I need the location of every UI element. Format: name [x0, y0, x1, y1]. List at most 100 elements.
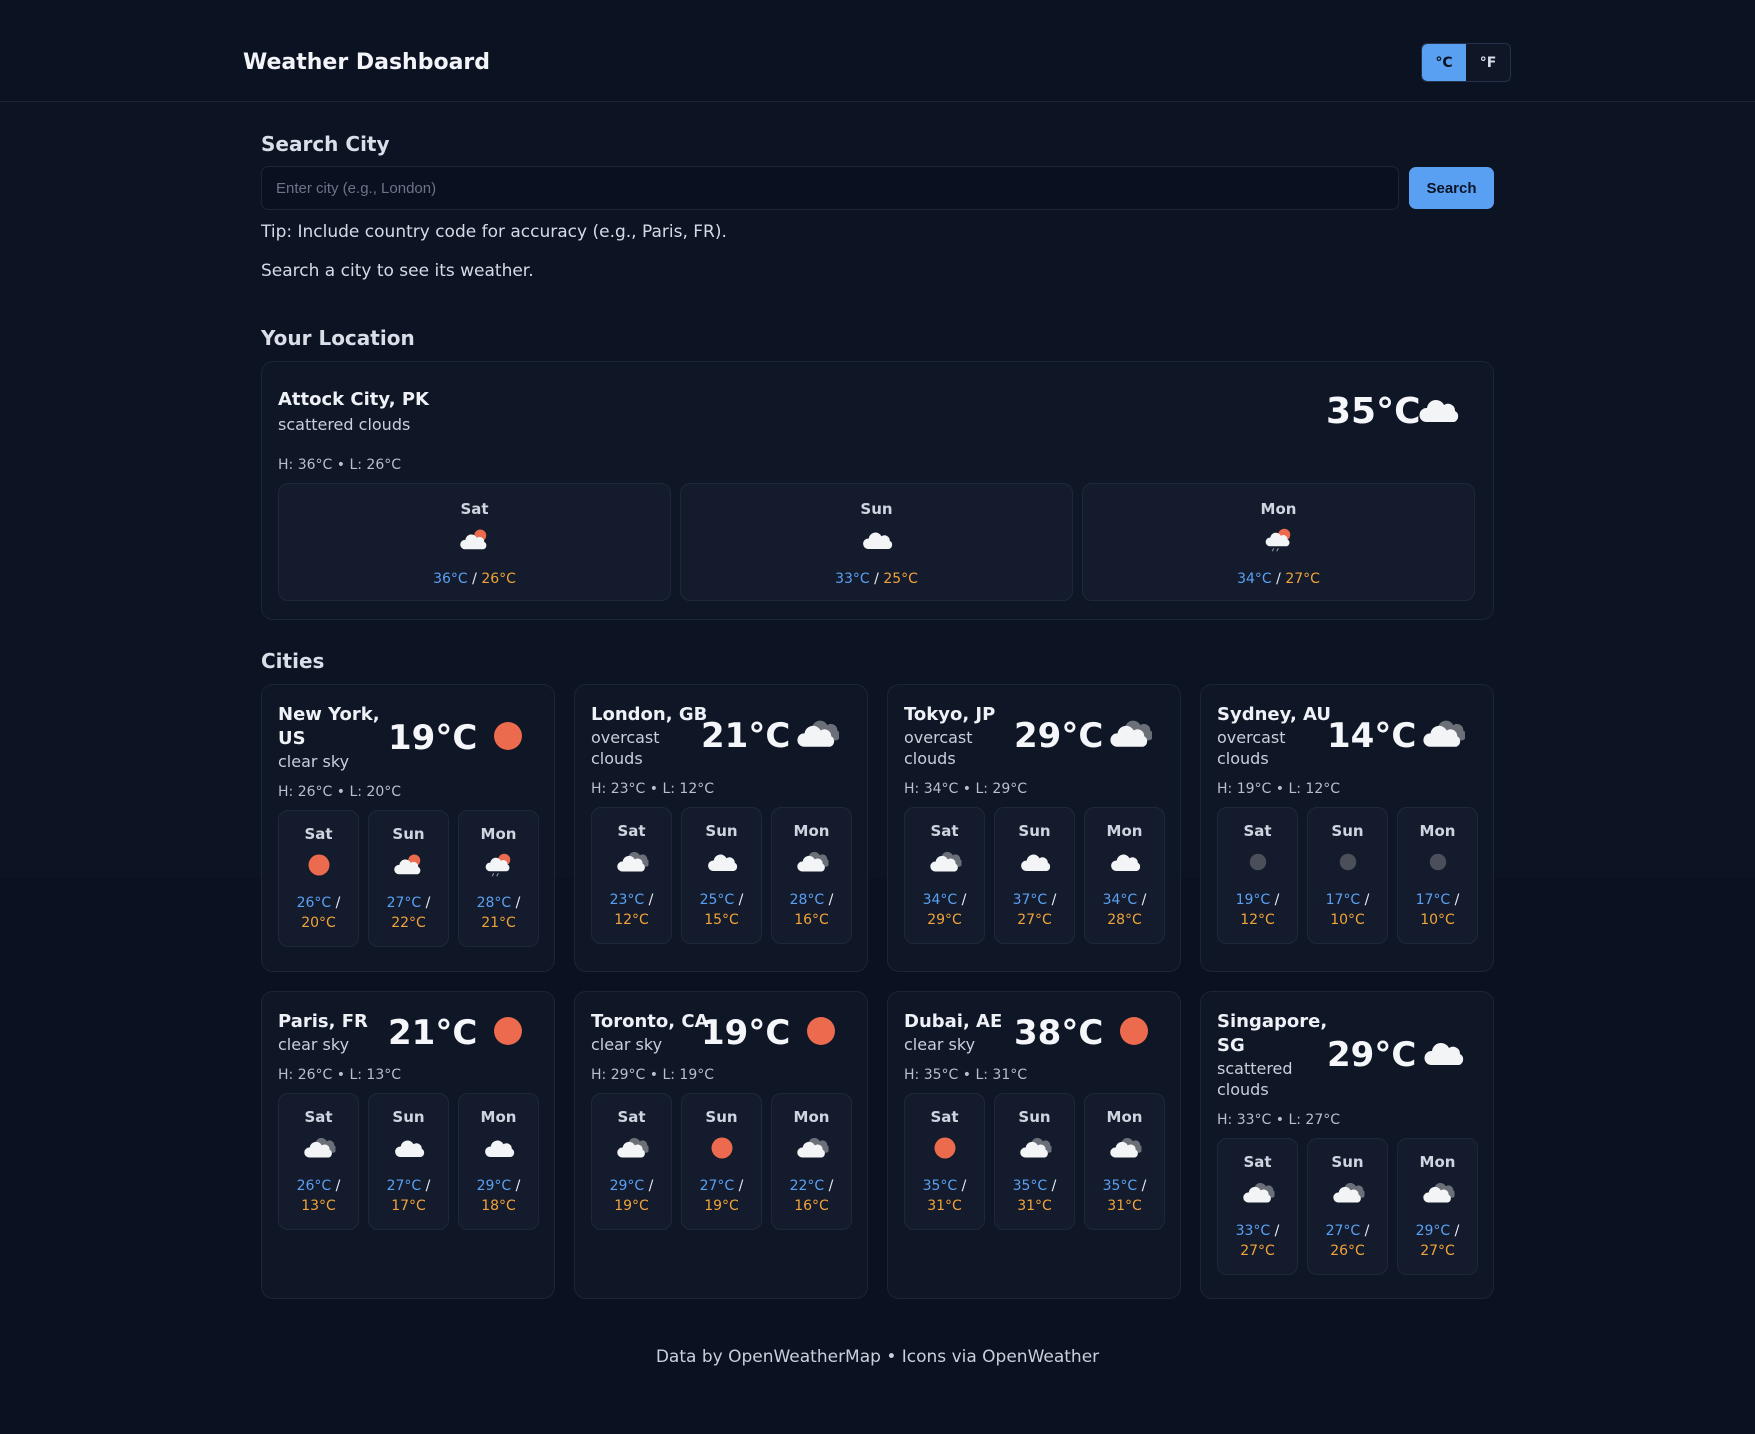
forecast-high: 34°C — [1237, 571, 1272, 587]
clouds-icon — [1108, 1136, 1142, 1164]
location-city-name: Attock City, PK — [278, 389, 429, 410]
forecast-temps: 37°C / 27°C — [995, 890, 1074, 930]
city-card[interactable]: Sydney, AU overcast clouds 14°C H: 19°C • L… — [1200, 684, 1494, 972]
city-card[interactable]: Paris, FR clear sky 21°C H: 26°C • L: 13°C S… — [261, 991, 555, 1299]
forecast-low: 13°C — [301, 1198, 336, 1214]
forecast-high: 29°C — [609, 1178, 645, 1194]
forecast-temps: 17°C / 10°C — [1308, 890, 1387, 930]
city-card[interactable]: Dubai, AE clear sky 38°C H: 35°C • L: 31°C S… — [887, 991, 1181, 1299]
forecast-high: 34°C — [1102, 892, 1138, 908]
city-card[interactable]: London, GB overcast clouds 21°C H: 23°C • L… — [574, 684, 868, 972]
city-name: London, GB — [591, 704, 708, 725]
clouds-icon — [1421, 718, 1467, 754]
clouds-icon — [1108, 718, 1154, 754]
forecast-day-label: Mon — [1106, 822, 1143, 840]
city-card[interactable]: New York, US clear sky 19°C H: 26°C • L: 20… — [261, 684, 555, 972]
sun-icon — [486, 1015, 530, 1051]
moon-icon — [1421, 850, 1454, 878]
forecast-day-label: Mon — [480, 825, 517, 843]
forecast-temps: 27°C / 22°C — [369, 893, 448, 933]
city-high-low: H: 34°C • L: 29°C — [904, 781, 1027, 797]
forecast-day-label: Mon — [793, 1108, 830, 1126]
city-card[interactable]: Tokyo, JP overcast clouds 29°C H: 34°C • L:… — [887, 684, 1181, 972]
forecast-separator: / — [869, 571, 884, 587]
clouds-icon — [615, 1136, 649, 1164]
forecast-low: 25°C — [883, 571, 918, 587]
forecast-separator: / — [331, 895, 341, 911]
fahrenheit-button[interactable]: °F — [1466, 44, 1510, 81]
forecast-separator: / — [1450, 1223, 1460, 1239]
forecast-day: Sun 27°C / 22°C — [368, 810, 449, 947]
forecast-high: 27°C — [386, 895, 422, 911]
forecast-high: 28°C — [476, 895, 512, 911]
forecast-day: Mon 29°C / 18°C — [458, 1093, 539, 1230]
city-temperature: 19°C — [388, 718, 478, 758]
sun-icon — [486, 720, 530, 756]
moon-icon — [1241, 850, 1274, 878]
forecast-separator: / — [1450, 892, 1460, 908]
forecast-day: Mon 28°C / 16°C — [771, 807, 852, 944]
forecast-low: 22°C — [391, 915, 426, 931]
forecast-separator: / — [1360, 892, 1370, 908]
city-high-low: H: 35°C • L: 31°C — [904, 1067, 1027, 1083]
forecast-low: 16°C — [794, 1198, 829, 1214]
forecast-high: 33°C — [1235, 1223, 1271, 1239]
forecast-day: Sun 27°C / 26°C — [1307, 1138, 1388, 1275]
location-section-title: Your Location — [261, 326, 415, 350]
forecast-day-label: Sat — [617, 822, 646, 840]
forecast-separator: / — [957, 1178, 967, 1194]
forecast-temps: 26°C / 13°C — [279, 1176, 358, 1216]
celsius-button[interactable]: °C — [1422, 44, 1466, 81]
forecast-day: Sun 37°C / 27°C — [994, 807, 1075, 944]
app-title: Weather Dashboard — [243, 50, 491, 75]
city-high-low: H: 23°C • L: 12°C — [591, 781, 714, 797]
forecast-temps: 26°C / 20°C — [279, 893, 358, 933]
unit-toggle[interactable]: °C °F — [1421, 43, 1511, 82]
forecast-separator: / — [644, 892, 654, 908]
forecast-temps: 28°C / 16°C — [772, 890, 851, 930]
forecast-separator: / — [467, 571, 482, 587]
forecast-separator: / — [1137, 1178, 1147, 1194]
cloud-sun-icon — [458, 528, 491, 556]
location-card: Attock City, PK scattered clouds 35°C H:… — [261, 361, 1494, 620]
forecast-separator: / — [824, 1178, 834, 1194]
cloud-icon — [1108, 850, 1141, 878]
forecast-low: 10°C — [1330, 912, 1365, 928]
forecast-day-label: Mon — [1106, 1108, 1143, 1126]
forecast-temps: 34°C / 29°C — [905, 890, 984, 930]
forecast-separator: / — [957, 892, 967, 908]
forecast-temps: 29°C / 19°C — [592, 1176, 671, 1216]
cloud-icon — [860, 528, 893, 556]
forecast-day: Mon 22°C / 16°C — [771, 1093, 852, 1230]
city-high-low: H: 29°C • L: 19°C — [591, 1067, 714, 1083]
forecast-temps: 27°C / 17°C — [369, 1176, 448, 1216]
forecast-low: 31°C — [1017, 1198, 1052, 1214]
forecast-high: 33°C — [835, 571, 870, 587]
forecast-day: Mon 34°C / 27°C — [1082, 483, 1475, 601]
clouds-icon — [1241, 1181, 1275, 1209]
city-temperature: 19°C — [701, 1013, 791, 1053]
forecast-day-label: Sat — [1243, 1153, 1272, 1171]
forecast-temps: 22°C / 16°C — [772, 1176, 851, 1216]
forecast-day-label: Sun — [1018, 1108, 1051, 1126]
forecast-temps: 27°C / 19°C — [682, 1176, 761, 1216]
search-button[interactable]: Search — [1409, 167, 1494, 209]
clouds-icon — [1018, 1136, 1052, 1164]
rain-sun-icon — [1262, 528, 1295, 556]
location-high-low: H: 36°C • L: 26°C — [278, 457, 401, 473]
city-temperature: 21°C — [701, 716, 791, 756]
location-description: scattered clouds — [278, 415, 411, 434]
forecast-temps: 36°C / 26°C — [279, 569, 670, 589]
forecast-temps: 25°C / 15°C — [682, 890, 761, 930]
city-card[interactable]: Toronto, CA clear sky 19°C H: 29°C • L: 19°… — [574, 991, 868, 1299]
city-description: scattered clouds — [1217, 1059, 1293, 1099]
forecast-low: 12°C — [1240, 912, 1275, 928]
forecast-day-label: Sat — [460, 500, 489, 518]
city-card[interactable]: Singapore, SG scattered clouds 29°C H: 33°C… — [1200, 991, 1494, 1299]
search-input[interactable] — [261, 166, 1399, 210]
city-name: Paris, FR — [278, 1011, 368, 1032]
forecast-separator: / — [1047, 1178, 1057, 1194]
forecast-separator: / — [1360, 1223, 1370, 1239]
city-description: overcast clouds — [904, 728, 973, 768]
forecast-separator: / — [421, 895, 431, 911]
